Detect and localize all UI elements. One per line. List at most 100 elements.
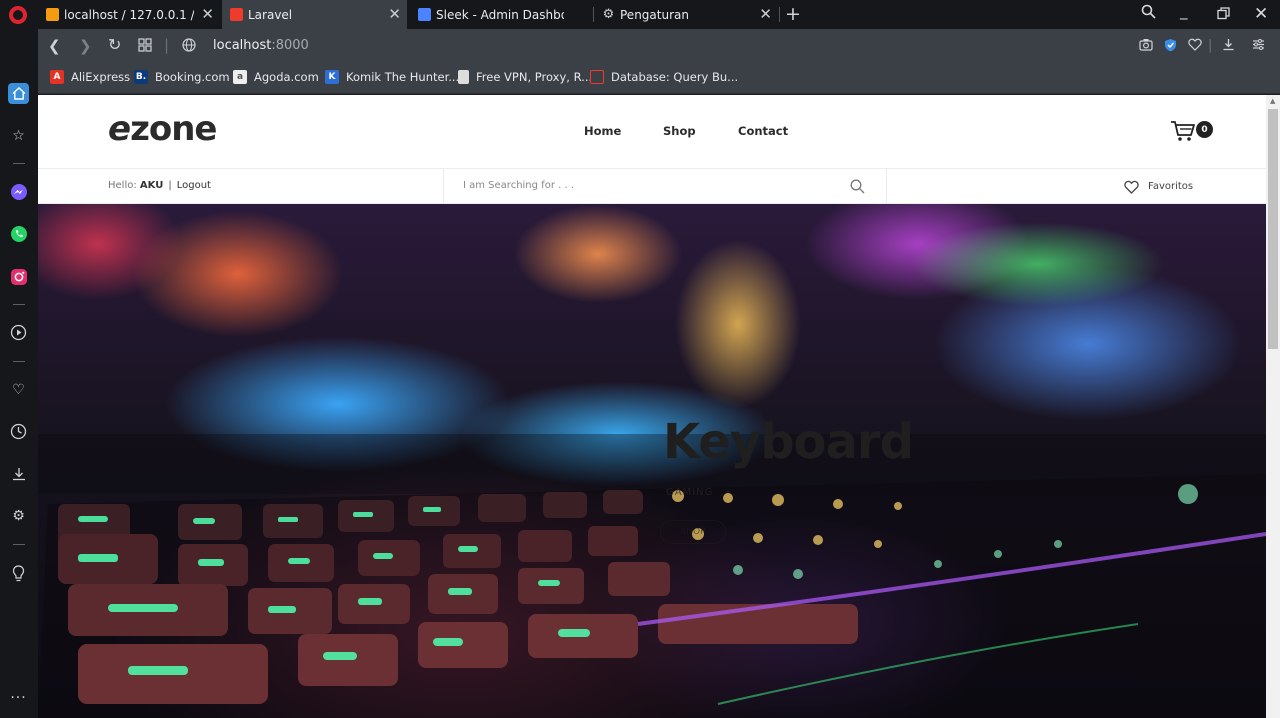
tab-laravel[interactable]: Laravel ✕ — [222, 0, 407, 29]
bookmark-free-vpn[interactable]: Free VPN, Proxy, R... — [458, 70, 592, 84]
settings-gear-icon[interactable]: ⚙ — [8, 505, 29, 526]
tab-title: localhost / 127.0.0.1 / larav — [64, 7, 194, 22]
sidebar-divider — [13, 304, 25, 305]
bookmark-komik[interactable]: K Komik The Hunter... — [325, 70, 459, 84]
snapshot-icon[interactable] — [1139, 38, 1153, 55]
phpmyadmin-icon — [46, 8, 59, 21]
tab-sleek[interactable]: Sleek - Admin Dashboard T — [410, 0, 592, 29]
addr-right-divider: | — [1208, 38, 1213, 53]
site-logo[interactable]: ezone — [108, 109, 217, 149]
more-icon[interactable]: ··· — [8, 687, 29, 708]
tab-settings[interactable]: ⚙ Pengaturan ✕ — [594, 0, 778, 29]
search-input[interactable]: I am Searching for . . . — [463, 180, 574, 191]
laravel-icon — [590, 70, 604, 84]
nav-shop[interactable]: Shop — [663, 124, 696, 138]
aliexpress-icon: A — [50, 70, 64, 84]
tab-divider — [779, 7, 780, 22]
hero-subtitle: GAMING — [666, 487, 714, 498]
close-icon[interactable]: ✕ — [759, 6, 772, 22]
download-icon[interactable] — [1222, 38, 1235, 55]
restore-icon[interactable] — [1217, 6, 1230, 24]
address-divider: | — [164, 36, 170, 54]
search-icon[interactable] — [850, 179, 865, 194]
opera-logo-icon[interactable] — [9, 6, 27, 24]
bookmark-database-query[interactable]: Database: Query Bu... — [590, 70, 738, 84]
logout-link[interactable]: Logout — [177, 180, 211, 191]
favorites-link[interactable]: Favoritos — [1148, 181, 1193, 192]
tab-phpmyadmin[interactable]: localhost / 127.0.0.1 / larav ✕ — [38, 0, 220, 29]
user-name: AKU — [139, 180, 164, 191]
agoda-icon: a — [233, 70, 247, 84]
address-bar: ❮ ❯ ↻ | localhost:8000 | — [38, 29, 1280, 63]
bookmark-label: Booking.com — [155, 70, 230, 84]
messenger-icon[interactable] — [8, 181, 29, 202]
cart-icon[interactable] — [1170, 120, 1198, 142]
page-icon — [458, 70, 469, 84]
bookmarks-bar: A AliExpress B. Booking.com a Agoda.com … — [38, 63, 1280, 94]
opera-sidebar: ☆ ♡ ⚙ ··· — [0, 29, 38, 718]
komik-icon: K — [325, 70, 339, 84]
tab-search-icon[interactable] — [1141, 4, 1156, 23]
home-icon[interactable] — [8, 83, 29, 104]
close-icon[interactable]: ✕ — [388, 6, 401, 22]
bookmark-label: AliExpress — [71, 70, 131, 84]
instagram-icon[interactable] — [8, 266, 29, 287]
site-header: ezone Home Shop Contact 0 — [38, 95, 1266, 169]
heart-bookmark-icon[interactable] — [1188, 38, 1202, 55]
adblock-shield-icon[interactable] — [1164, 38, 1177, 56]
subbar-divider — [443, 169, 444, 204]
bookmark-agoda[interactable]: a Agoda.com — [233, 70, 319, 84]
downloads-icon[interactable] — [8, 463, 29, 484]
user-greeting: Hello: AKU | Logout — [108, 180, 211, 191]
speed-dial-icon[interactable] — [138, 38, 152, 56]
forward-icon[interactable]: ❯ — [79, 37, 92, 55]
favorites-heart-icon[interactable] — [1124, 179, 1139, 194]
tab-title: Pengaturan — [620, 7, 689, 22]
booking-icon: B. — [134, 70, 148, 84]
logo-e: e — [108, 109, 131, 149]
page-scrollbar[interactable]: ▲ — [1266, 95, 1280, 718]
bookmark-label: Komik The Hunter... — [346, 70, 460, 84]
star-icon[interactable]: ☆ — [8, 125, 29, 146]
scroll-up-icon[interactable]: ▲ — [1270, 97, 1275, 105]
tab-title: Laravel — [248, 7, 293, 22]
sidebar-divider — [13, 361, 25, 362]
tab-title: Sleek - Admin Dashboard T — [436, 7, 564, 22]
subbar-divider — [886, 169, 887, 204]
player-icon[interactable] — [8, 322, 29, 343]
bookmark-aliexpress[interactable]: A AliExpress — [50, 70, 130, 84]
new-tab-icon[interactable]: + — [785, 3, 801, 25]
browser-tab-strip: localhost / 127.0.0.1 / larav ✕ Laravel … — [0, 0, 1280, 29]
cart-count-badge: 0 — [1196, 121, 1213, 138]
greeting-separator: | — [168, 180, 172, 191]
sidebar-divider — [13, 544, 25, 545]
heart-icon[interactable]: ♡ — [8, 379, 29, 400]
tips-bulb-icon[interactable] — [8, 563, 29, 584]
sleek-icon — [418, 8, 431, 21]
easy-setup-icon[interactable] — [1252, 38, 1265, 55]
url-host: localhost — [213, 38, 272, 53]
close-icon[interactable]: ✕ — [201, 6, 214, 22]
bookmark-label: Database: Query Bu... — [611, 70, 739, 84]
nav-home[interactable]: Home — [584, 124, 621, 138]
laravel-icon — [230, 8, 243, 21]
site-subbar: Hello: AKU | Logout I am Searching for . .… — [38, 169, 1266, 204]
window-close-icon[interactable]: ✕ — [1254, 4, 1268, 24]
globe-icon[interactable] — [182, 38, 196, 56]
back-icon[interactable]: ❮ — [48, 37, 61, 55]
url-field[interactable]: localhost:8000 — [213, 38, 309, 53]
history-icon[interactable] — [8, 421, 29, 442]
gear-icon: ⚙ — [602, 7, 615, 22]
bookmark-label: Agoda.com — [254, 70, 319, 84]
nav-contact[interactable]: Contact — [738, 124, 788, 138]
hello-label: Hello: — [108, 180, 137, 191]
scrollbar-thumb[interactable] — [1268, 109, 1278, 349]
hero-shop-button[interactable]: SHOP — [660, 520, 726, 544]
sidebar-divider — [13, 163, 25, 164]
reload-icon[interactable]: ↻ — [108, 35, 121, 54]
bookmark-booking[interactable]: B. Booking.com — [134, 70, 230, 84]
whatsapp-icon[interactable] — [8, 223, 29, 244]
logo-text: zone — [130, 109, 217, 149]
minimize-icon[interactable]: _ — [1180, 2, 1188, 20]
hero-banner: Keyboard GAMING SHOP — [38, 204, 1266, 718]
